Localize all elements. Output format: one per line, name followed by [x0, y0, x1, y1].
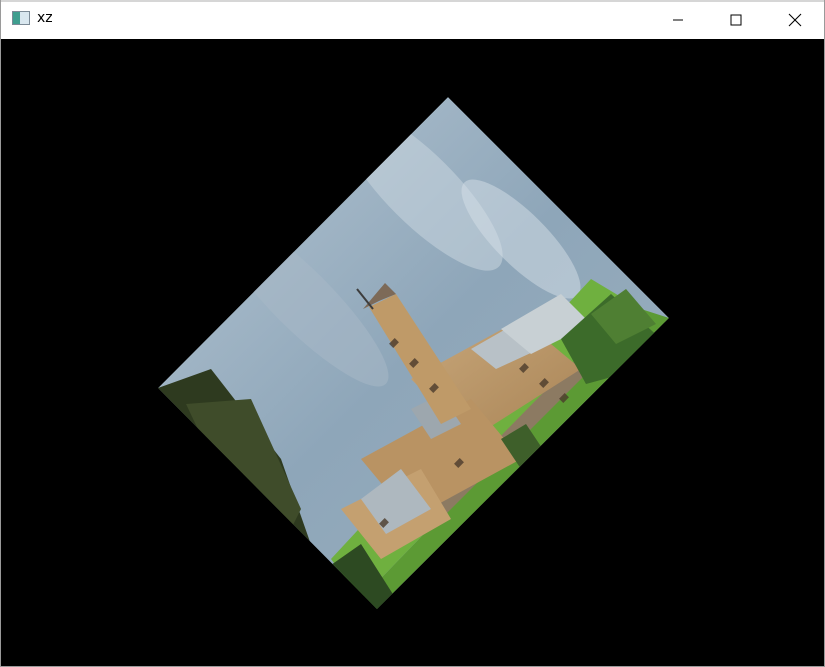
app-window: xz — [0, 0, 825, 667]
maximize-button[interactable] — [707, 0, 765, 39]
window-title: xz — [37, 10, 53, 26]
close-icon — [788, 13, 802, 26]
maximize-icon — [730, 14, 742, 25]
minimize-button[interactable] — [649, 0, 707, 39]
minimize-icon — [673, 19, 683, 20]
close-button[interactable] — [766, 0, 824, 39]
image-canvas — [1, 39, 824, 666]
rotated-photo — [158, 97, 669, 609]
title-bar[interactable]: xz — [1, 0, 824, 39]
image-window-icon — [12, 11, 30, 25]
